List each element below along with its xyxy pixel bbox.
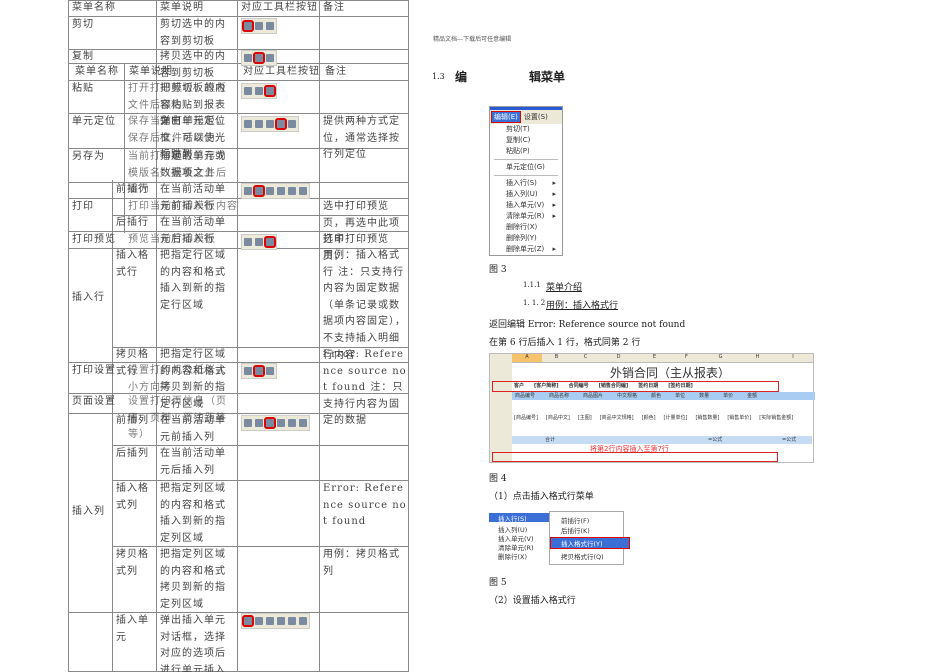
spreadsheet-screenshot: A B C D E F G H I 外销合同（主从报表） 客户 [客户简称] 合同编…: [489, 353, 815, 463]
menu-name: 插入格式列: [116, 483, 149, 511]
menu-desc: 设置打印机及纸张大小方向等: [128, 365, 227, 393]
insert-cell-toolbar-icon: [241, 613, 310, 629]
menu-group: 插入行: [72, 292, 105, 303]
step-text: （1）点击插入格式行菜单: [489, 492, 594, 502]
menu-edit: 编辑(E): [491, 111, 521, 123]
menu-item: 单元定位(G): [506, 163, 545, 171]
menu-item: 删除列(Y): [506, 234, 537, 242]
print-setup-toolbar-icon: [241, 363, 277, 379]
menu-name: 插入格式行: [116, 250, 149, 278]
menu-name: 后插列: [116, 448, 149, 459]
heading-number: 1.1.1: [523, 281, 541, 289]
menu-settings: 设置(S): [523, 113, 548, 121]
menu-name: 页面设置: [72, 396, 116, 407]
menu-desc: 弹出插入单元对话框，选择对应的选项后进行单元插入操作: [160, 615, 226, 672]
sheet-title: 外销合同（主从报表）: [610, 366, 731, 380]
step-text: （2）设置插入格式行: [489, 596, 576, 606]
menu-name: 后插行: [116, 217, 149, 228]
paragraph: 在第 6 行后插入 1 行，格式同第 2 行: [489, 338, 641, 348]
menu-name: 剪切: [72, 19, 94, 30]
menu-name: 前插列: [116, 415, 149, 426]
menu-name: 拷贝格式列: [116, 549, 149, 577]
section-title-a: 编: [455, 70, 468, 84]
menu-item: 插入行(S) ▸: [506, 179, 556, 187]
insert-column-toolbar-icon: [241, 415, 310, 431]
menu-item: 复制(C): [506, 136, 531, 144]
insert-row-toolbar-icon: [241, 183, 310, 199]
sheet-row-4: [商品编号] [商品中文] [主图] [商品中文规格] [颜色] [计量单位] [销售数量]…: [514, 415, 794, 421]
header-cell: 菜单说明: [129, 66, 173, 77]
sheet-row-3: 商品编号 商品名称 商品图片 中文规格 颜色 单位 数量 单价 金额: [512, 392, 815, 400]
heading-example[interactable]: 用例：插入格式行: [546, 298, 618, 311]
figure-caption: 图 4: [489, 474, 507, 484]
menu-name: 打印设置: [72, 365, 116, 376]
menu-name: 粘贴: [72, 83, 94, 94]
menu-item: 删除单元(Z) ▸: [506, 245, 556, 253]
menu-item: 粘贴(P): [506, 147, 530, 155]
menu-desc: 在当前活动单元后插入列: [160, 448, 226, 476]
menu-desc: 把指定行区域的内容和格式插入到新的指定行区域: [160, 250, 226, 311]
paragraph: 返回编辑 Error: Reference source not found: [489, 320, 686, 330]
menu-group: 插入列: [72, 506, 105, 517]
header-cell: 菜单名称: [75, 66, 119, 77]
menu-name: 另存为: [72, 151, 105, 162]
cut-toolbar-icon: [241, 18, 277, 34]
note: 提供两种方式定位，通常选择按行列定位: [323, 116, 400, 161]
header-cell: 菜单说明: [160, 2, 204, 13]
paste-toolbar-icon: [241, 83, 277, 99]
document-page: 菜单名称 菜单说明 对应工具栏按钮 备注 剪切 剪切选中的内容到剪切板 复制 拷…: [0, 0, 950, 672]
menu-desc: 预览当前打印模板: [128, 234, 216, 245]
header-cell: 备注: [323, 2, 345, 13]
figure-caption: 图 5: [489, 578, 507, 588]
section-title-b: 辑菜单: [529, 70, 566, 84]
menu-item: 插入列(U) ▸: [506, 190, 556, 198]
menu-name: 打印预览: [72, 234, 116, 245]
menu-item: 清除单元(R) ▸: [506, 212, 556, 220]
section-number: 1.3: [432, 72, 445, 81]
menu-desc: 指定的单元或数据项之上: [160, 151, 226, 179]
menu-desc: 打印当前打印模板内容: [128, 201, 238, 212]
column-headers: A B C D E F G H I: [490, 354, 813, 363]
menu-item: 剪切(T): [506, 125, 530, 133]
menu-name: 打印: [72, 201, 94, 212]
note: Error: Reference source not found 注：只支持行…: [323, 349, 407, 427]
menu-desc: 剪切选中的内容到剪切板: [160, 19, 226, 47]
header-cell: 对应工具栏按钮: [241, 2, 318, 13]
note: 用例：拷贝格式列: [323, 549, 400, 577]
menu-name: 单元定位: [72, 116, 116, 127]
sheet-row-5: 合计 =公式 =公式: [512, 436, 812, 444]
figure-caption: 图 3: [489, 265, 507, 275]
header-cell: 菜单名称: [72, 2, 116, 13]
menu-desc: 把指定列区域的内容和格式插入到新的指定列区域: [160, 483, 226, 544]
heading-menu-intro[interactable]: 菜单介绍: [546, 280, 582, 293]
menu-desc: 把指定列区域的内容和格式拷贝到新的指定列区域: [160, 549, 226, 610]
menu-name: 插入单元: [116, 615, 149, 643]
print-preview-toolbar-icon: [241, 234, 277, 250]
insert-row-submenu-screenshot: 插入行(S) 插入列(U) 插入单元(V) 清除单元(R) 删除行(X) 前插行…: [489, 511, 630, 565]
note: Error: Reference source not found: [323, 483, 407, 528]
header-cell: 备注: [325, 66, 347, 77]
menu-item: 删除行(X): [506, 223, 538, 231]
heading-number: 1. 1. 2: [523, 299, 546, 307]
locate-toolbar-icon: [241, 116, 299, 132]
menu-name: 前插行: [116, 184, 149, 195]
copy-toolbar-icon: [241, 50, 277, 66]
header-cell: 对应工具栏按钮: [243, 66, 320, 77]
menu-desc: 在当前活动单元前插入列: [160, 415, 226, 443]
sheet-row-2: 客户 [客户简称] 合同编号 [销售合同编] 签约日期 [签约日期]: [514, 383, 693, 389]
page-header: 精品文档---下载后可任意编辑: [433, 36, 512, 43]
edit-menu-screenshot: 编辑(E) 设置(S) 剪切(T) 复制(C) 粘贴(P) 单元定位(G) 插入行…: [489, 106, 563, 256]
menu-item: 插入单元(V) ▸: [506, 201, 556, 209]
